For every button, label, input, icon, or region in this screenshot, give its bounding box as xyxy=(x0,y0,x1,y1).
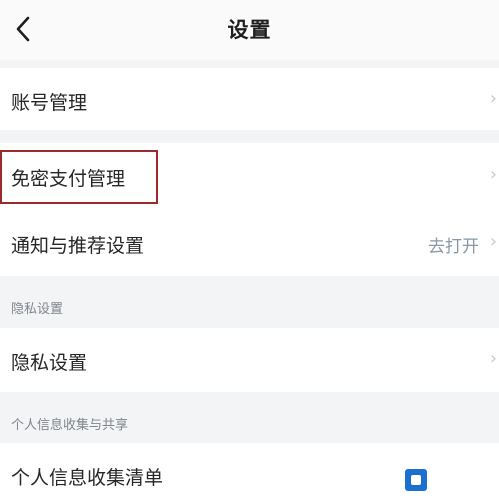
chevron-right-icon: › xyxy=(489,164,497,185)
watermark-logo xyxy=(405,463,497,497)
open-link-text[interactable]: 去打开 xyxy=(428,232,479,257)
watermark-icon xyxy=(405,469,427,491)
account-management-item[interactable]: 账号管理 › xyxy=(0,68,499,130)
account-management-label: 账号管理 xyxy=(11,92,88,114)
section-header-personal-info: 个人信息收集与共享 xyxy=(11,418,129,433)
section-header-privacy: 隐私设置 xyxy=(11,302,64,317)
notification-settings-label: 通知与推荐设置 xyxy=(11,235,145,257)
chevron-right-icon: › xyxy=(489,348,497,369)
notification-settings-item[interactable]: 通知与推荐设置 去打开 › xyxy=(0,209,499,276)
chevron-right-icon: › xyxy=(489,231,497,252)
app-header: 设置 xyxy=(0,0,499,60)
personal-info-list-label: 个人信息收集清单 xyxy=(11,467,164,489)
privacy-settings-label: 隐私设置 xyxy=(11,352,88,374)
page-title: 设置 xyxy=(227,18,272,42)
privacy-settings-item[interactable]: 隐私设置 › xyxy=(0,328,499,392)
highlight-box xyxy=(0,150,158,204)
chevron-right-icon: › xyxy=(489,88,497,109)
